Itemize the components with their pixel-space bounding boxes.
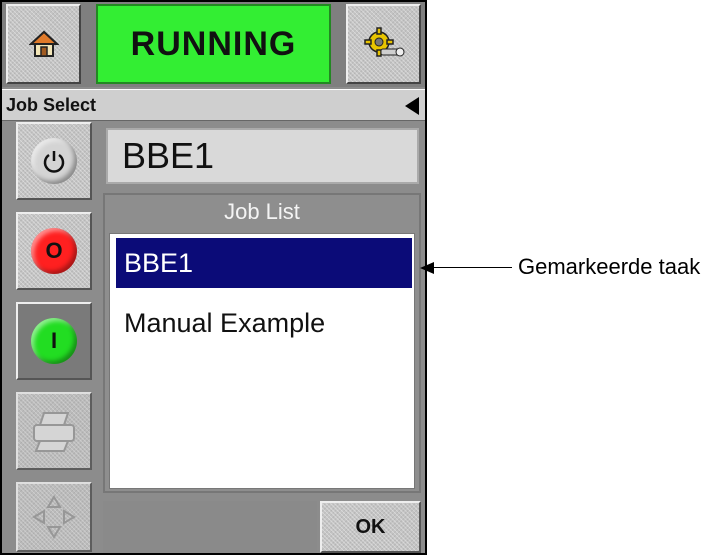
job-list-item-selected[interactable]: BBE1 xyxy=(116,238,412,288)
stop-button[interactable]: O xyxy=(16,212,92,290)
power-icon xyxy=(31,138,77,184)
direction-arrows-icon xyxy=(32,495,76,539)
callout-line xyxy=(434,267,512,268)
callout-arrow-icon xyxy=(420,262,434,274)
navigate-button[interactable] xyxy=(16,482,92,552)
settings-gear-icon xyxy=(363,27,404,57)
top-bar: RUNNING xyxy=(2,2,425,87)
page-title: Job Select xyxy=(6,95,97,115)
status-indicator: RUNNING xyxy=(96,4,331,84)
power-button[interactable] xyxy=(16,122,92,200)
ok-button[interactable]: OK xyxy=(320,501,421,553)
highlight-callout: Gemarkeerde taak xyxy=(420,254,724,279)
printer-icon xyxy=(33,412,75,452)
printer-screen: RUNNING Job Select O I BBE1 Job List BBE… xyxy=(0,0,427,555)
bottom-bar xyxy=(103,501,317,553)
job-list: BBE1 Manual Example xyxy=(109,233,415,489)
sidebar: O I xyxy=(2,120,97,553)
back-arrow-icon[interactable] xyxy=(405,97,419,115)
job-list-item[interactable]: Manual Example xyxy=(116,298,412,348)
print-button[interactable] xyxy=(16,392,92,470)
start-button-label: I xyxy=(31,318,77,364)
job-list-panel: Job List BBE1 Manual Example xyxy=(103,193,421,493)
title-bar: Job Select xyxy=(2,89,425,121)
job-list-title: Job List xyxy=(224,199,300,224)
settings-button[interactable] xyxy=(346,4,421,84)
callout-text: Gemarkeerde taak xyxy=(518,254,701,279)
current-job-field: BBE1 xyxy=(106,128,419,184)
stop-button-label: O xyxy=(31,228,77,274)
start-button[interactable]: I xyxy=(16,302,92,380)
home-icon xyxy=(28,30,59,57)
home-button[interactable] xyxy=(6,4,81,84)
